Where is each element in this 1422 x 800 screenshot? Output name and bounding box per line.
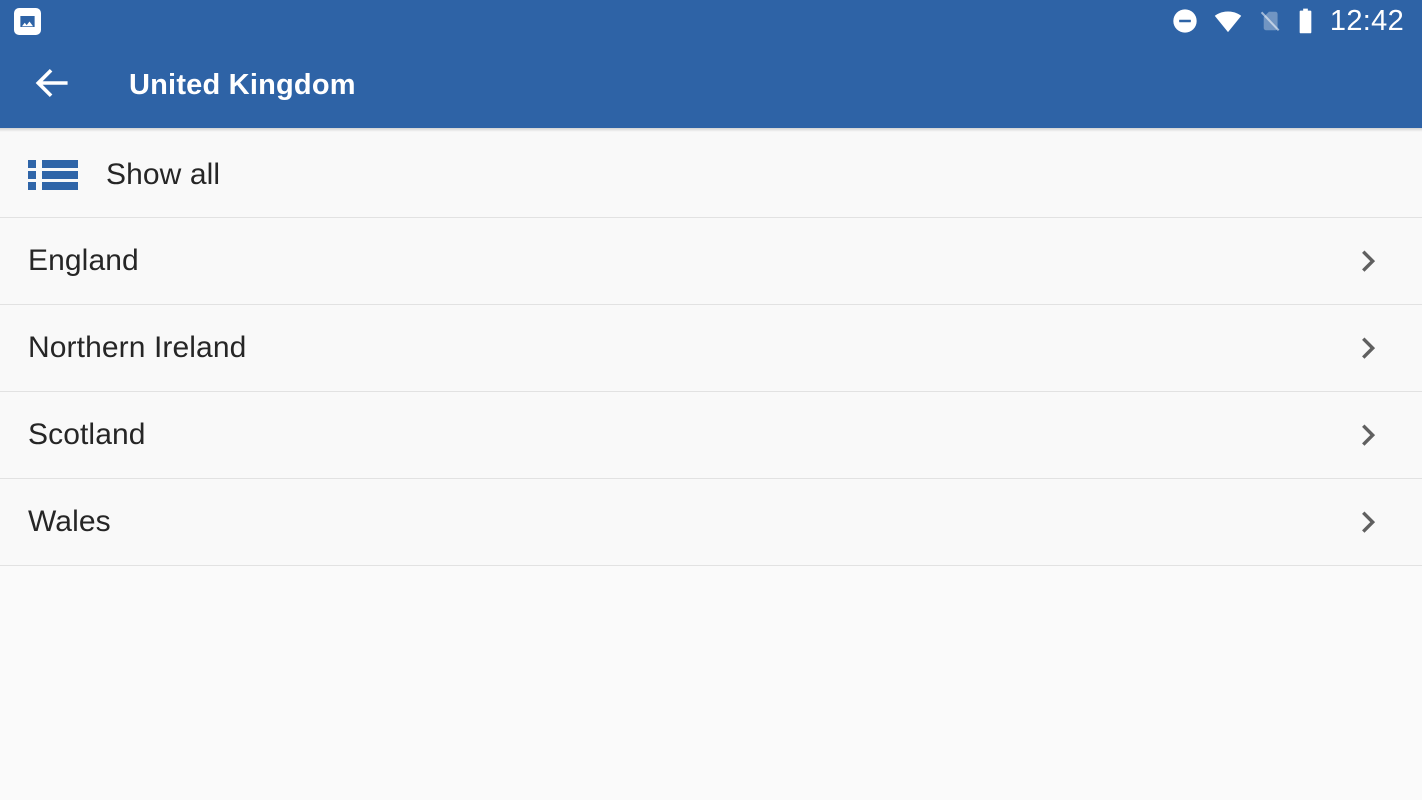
list-item-label: Scotland <box>28 418 146 451</box>
list-item-scotland[interactable]: Scotland <box>0 392 1422 479</box>
status-bar-icons: 12:42 <box>1171 4 1408 37</box>
app-bar: United Kingdom <box>0 42 1422 128</box>
show-all-row[interactable]: Show all <box>0 132 1422 218</box>
list-item-england[interactable]: England <box>0 218 1422 305</box>
status-bar-notifications <box>14 7 41 35</box>
back-button[interactable] <box>28 61 76 109</box>
chevron-right-icon[interactable] <box>1352 240 1386 282</box>
battery-full-icon <box>1297 7 1314 35</box>
status-bar: 12:42 <box>0 0 1422 42</box>
chevron-right-icon[interactable] <box>1352 327 1386 369</box>
wifi-icon <box>1213 7 1243 35</box>
chevron-right-icon[interactable] <box>1352 414 1386 456</box>
show-all-label: Show all <box>106 157 221 191</box>
arrow-left-icon <box>30 61 74 110</box>
list-item-label: Wales <box>28 505 111 538</box>
list-item-northern-ireland[interactable]: Northern Ireland <box>0 305 1422 392</box>
image-photo-icon <box>14 7 41 35</box>
content-area: Show all England Northern Ireland Scotla… <box>0 132 1422 566</box>
no-sim-icon <box>1257 7 1283 35</box>
list-item-label: England <box>28 244 139 277</box>
phone-screen: 12:42 United Kingdom Show all England No… <box>0 0 1422 800</box>
status-bar-clock: 12:42 <box>1329 4 1404 37</box>
list-bulleted-icon <box>28 158 78 192</box>
list-item-wales[interactable]: Wales <box>0 479 1422 566</box>
list-item-label: Northern Ireland <box>28 331 247 364</box>
do-not-disturb-icon <box>1171 7 1199 35</box>
chevron-right-icon[interactable] <box>1352 501 1386 543</box>
page-title: United Kingdom <box>129 68 356 101</box>
